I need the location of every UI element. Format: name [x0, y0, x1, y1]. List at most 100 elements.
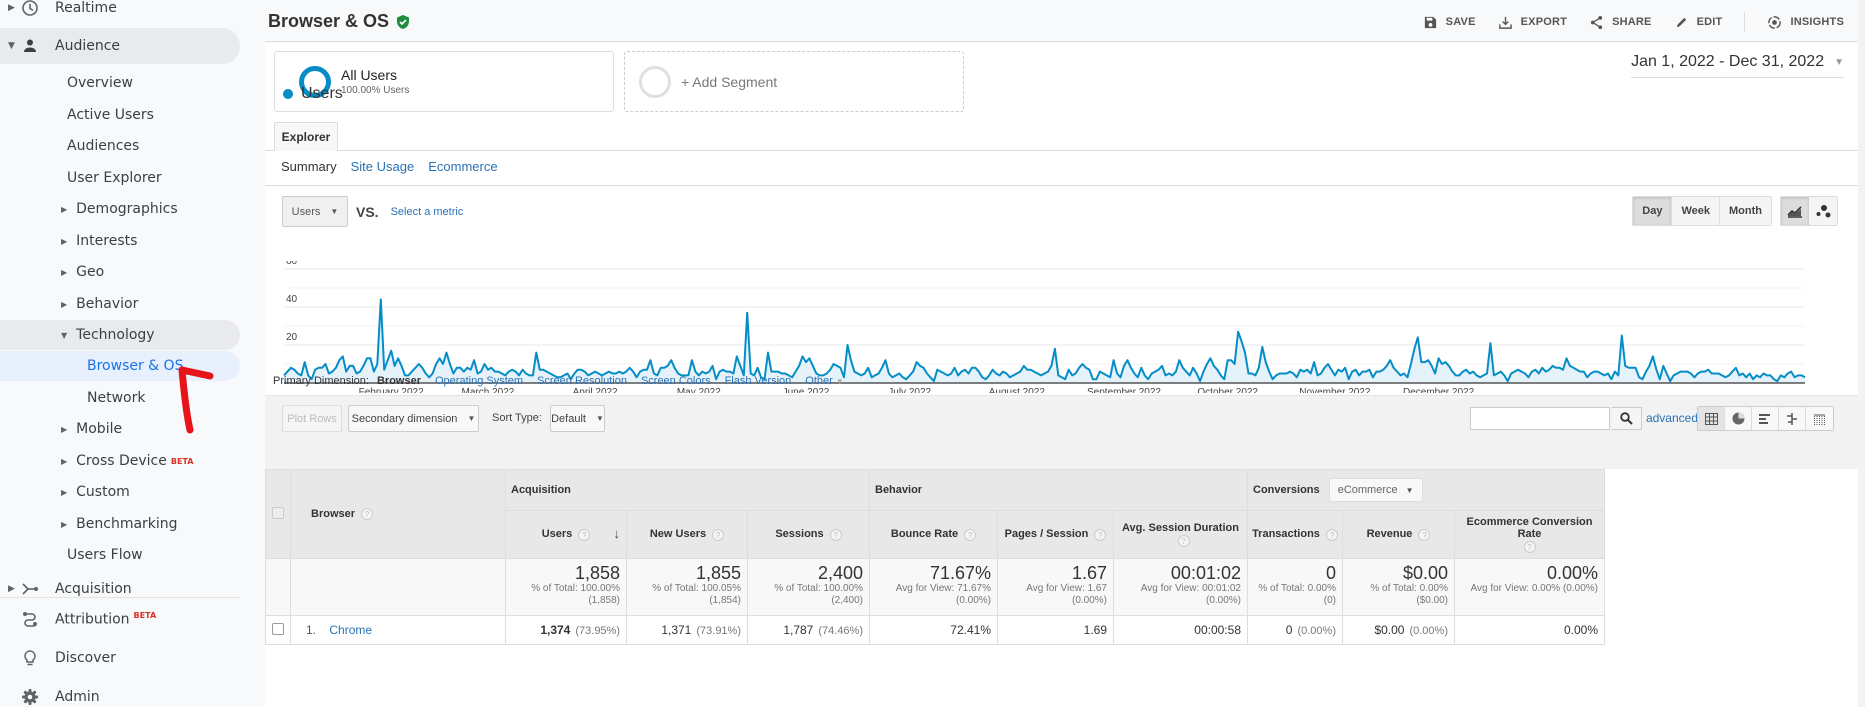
help-icon: ?: [1325, 528, 1338, 541]
sidebar-item-active-users[interactable]: Active Users: [67, 100, 154, 130]
sidebar-item-technology[interactable]: ▼ Technology: [61, 320, 155, 350]
select-all-checkbox[interactable]: [272, 506, 284, 519]
dimension-other-dropdown[interactable]: Other ▼: [805, 375, 844, 387]
search-button[interactable]: [1612, 407, 1642, 430]
period-day-button[interactable]: Day: [1633, 197, 1673, 225]
sidebar-item-label: Mobile: [76, 421, 123, 437]
sidebar-item-admin[interactable]: Admin: [0, 679, 240, 707]
beta-badge: BETA: [133, 610, 157, 620]
column-header-transactions[interactable]: Transactions?: [1247, 510, 1343, 559]
sidebar-item-audiences[interactable]: Audiences: [67, 131, 139, 161]
tab-explorer[interactable]: Explorer: [274, 122, 338, 151]
date-range-picker[interactable]: Jan 1, 2022 - Dec 31, 2022 ▼: [1631, 53, 1844, 78]
total-value: 0.00%: [1546, 563, 1598, 583]
secondary-dimension-dropdown[interactable]: Secondary dimension ▼: [348, 405, 479, 432]
x-tick-label: February 2022: [359, 387, 424, 393]
subtab-site-usage[interactable]: Site Usage: [351, 159, 415, 174]
sidebar-item-benchmarking[interactable]: ▶ Benchmarking: [61, 509, 178, 539]
sort-desc-arrow-icon: ↓: [613, 526, 621, 541]
sidebar-item-attribution[interactable]: Attribution BETA: [0, 601, 240, 637]
share-button[interactable]: SHARE: [1589, 15, 1652, 30]
dimension-screen-resolution[interactable]: Screen Resolution: [537, 375, 627, 387]
column-header-bounce-rate[interactable]: Bounce Rate?: [869, 510, 998, 559]
sidebar-item-label: Audience: [55, 38, 121, 54]
total-value: $0.00: [1402, 563, 1448, 583]
comparison-view-button[interactable]: [1779, 407, 1806, 430]
cell-value: 00:00:58: [1194, 623, 1241, 637]
total-cell: 1,855% of Total: 100.05% (1,854): [626, 558, 748, 616]
column-header-revenue[interactable]: Revenue?: [1342, 510, 1455, 559]
analytics-app: ▶ Realtime ▼ Audience Overview Active Us…: [0, 0, 1865, 707]
subtab-summary[interactable]: Summary: [281, 159, 337, 174]
metric-dropdown[interactable]: Users ▼: [282, 196, 348, 227]
cell-percentage: (74.46%): [818, 625, 863, 637]
sidebar-item-user-explorer[interactable]: User Explorer: [67, 163, 162, 193]
dimension-header[interactable]: Browser?: [290, 469, 506, 559]
x-tick-label: April 2022: [573, 387, 618, 393]
total-cell: 71.67% Avg for View: 71.67% (0.00%): [869, 558, 998, 616]
period-week-button[interactable]: Week: [1672, 197, 1721, 225]
totals-row: 1,858% of Total: 100.00% (1,858) 1,855% of…: [265, 558, 1605, 616]
sidebar-item-discover[interactable]: Discover: [0, 640, 240, 676]
sidebar-item-label: Realtime: [55, 0, 117, 16]
column-header-ecommerce-conversion-rate[interactable]: Ecommerce Conversion Rate?: [1454, 510, 1605, 559]
users-line-chart: 20 40 60 February 2022 March 2022 April 2022 M…: [283, 261, 1806, 393]
report-table: Browser? Acquisition Behavior Conversion…: [265, 469, 1605, 645]
dimension-browser[interactable]: Browser: [377, 375, 421, 387]
sidebar-item-audience[interactable]: ▼ Audience: [0, 28, 240, 64]
sidebar-item-custom[interactable]: ▶ Custom: [61, 477, 130, 507]
pie-view-button[interactable]: [1725, 407, 1752, 430]
export-button[interactable]: EXPORT: [1498, 15, 1567, 30]
dimension-screen-colors[interactable]: Screen Colors: [641, 375, 711, 387]
dimension-flash-version[interactable]: Flash Version: [725, 375, 792, 387]
select-metric-link[interactable]: Select a metric: [391, 206, 464, 218]
column-header-users[interactable]: Users? ↓: [505, 510, 627, 559]
total-cell: 0.00% Avg for View: 0.00% (0.00%): [1454, 558, 1605, 616]
data-table-view-button[interactable]: [1698, 407, 1725, 430]
motion-chart-button[interactable]: [1809, 197, 1837, 225]
bar-list-icon: [1759, 413, 1770, 424]
add-segment-button[interactable]: + Add Segment: [624, 51, 964, 112]
column-header-pages-session[interactable]: Pages / Session?: [997, 510, 1114, 559]
sidebar-item-network[interactable]: Network: [87, 383, 145, 413]
column-header-avg-session-duration[interactable]: Avg. Session Duration?: [1113, 510, 1248, 559]
subtab-ecommerce[interactable]: Ecommerce: [428, 159, 497, 174]
sidebar-item-mobile[interactable]: ▶ Mobile: [61, 414, 122, 444]
save-button[interactable]: SAVE: [1423, 15, 1476, 30]
sidebar-item-browser-os[interactable]: Browser & OS: [87, 351, 183, 381]
column-header-new-users[interactable]: New Users?: [626, 510, 748, 559]
period-month-button[interactable]: Month: [1720, 197, 1771, 225]
acquisition-icon: [20, 579, 40, 599]
row-checkbox[interactable]: [272, 622, 284, 635]
table-search-input[interactable]: [1470, 407, 1610, 430]
line-chart-button[interactable]: [1781, 197, 1809, 225]
dimension-operating-system[interactable]: Operating System: [435, 375, 523, 387]
column-header-sessions[interactable]: Sessions?: [747, 510, 870, 559]
insights-button[interactable]: INSIGHTS: [1767, 15, 1844, 30]
total-subtext: Avg for View: 71.67%: [895, 583, 991, 594]
sidebar-item-behavior[interactable]: ▶ Behavior: [61, 289, 138, 319]
right-edge-strip: [1858, 0, 1865, 707]
sidebar-item-demographics[interactable]: ▶ Demographics: [61, 194, 178, 224]
sidebar-item-geo[interactable]: ▶ Geo: [61, 257, 104, 287]
clock-icon: [20, 0, 40, 18]
sidebar-item-cross-device[interactable]: ▶ Cross Device BETA: [61, 446, 193, 476]
advanced-filter-link[interactable]: advanced: [1646, 411, 1698, 425]
total-subtext-2: (0): [1323, 595, 1336, 606]
sidebar-item-users-flow[interactable]: Users Flow: [67, 540, 143, 570]
sort-type-dropdown[interactable]: Default ▼: [550, 405, 605, 432]
sidebar-item-realtime[interactable]: ▶ Realtime: [0, 0, 240, 26]
sidebar-item-overview[interactable]: Overview: [67, 68, 133, 98]
cell-value: 1,787: [783, 623, 814, 637]
red-annotation-arrow: [178, 366, 214, 434]
x-tick-label: June 2022: [783, 387, 830, 393]
plot-rows-button[interactable]: Plot Rows: [282, 405, 342, 432]
edit-button[interactable]: EDIT: [1674, 15, 1723, 30]
row-dimension-link[interactable]: Chrome: [329, 623, 372, 637]
pivot-view-button[interactable]: [1806, 407, 1833, 430]
conversions-goal-dropdown[interactable]: eCommerce ▼: [1328, 478, 1423, 502]
page-header: Browser & OS SAVE EXPORT SHARE EDIT INSI…: [265, 0, 1858, 42]
sidebar-item-label: Custom: [76, 484, 130, 500]
sidebar-item-interests[interactable]: ▶ Interests: [61, 226, 137, 256]
performance-view-button[interactable]: [1752, 407, 1779, 430]
